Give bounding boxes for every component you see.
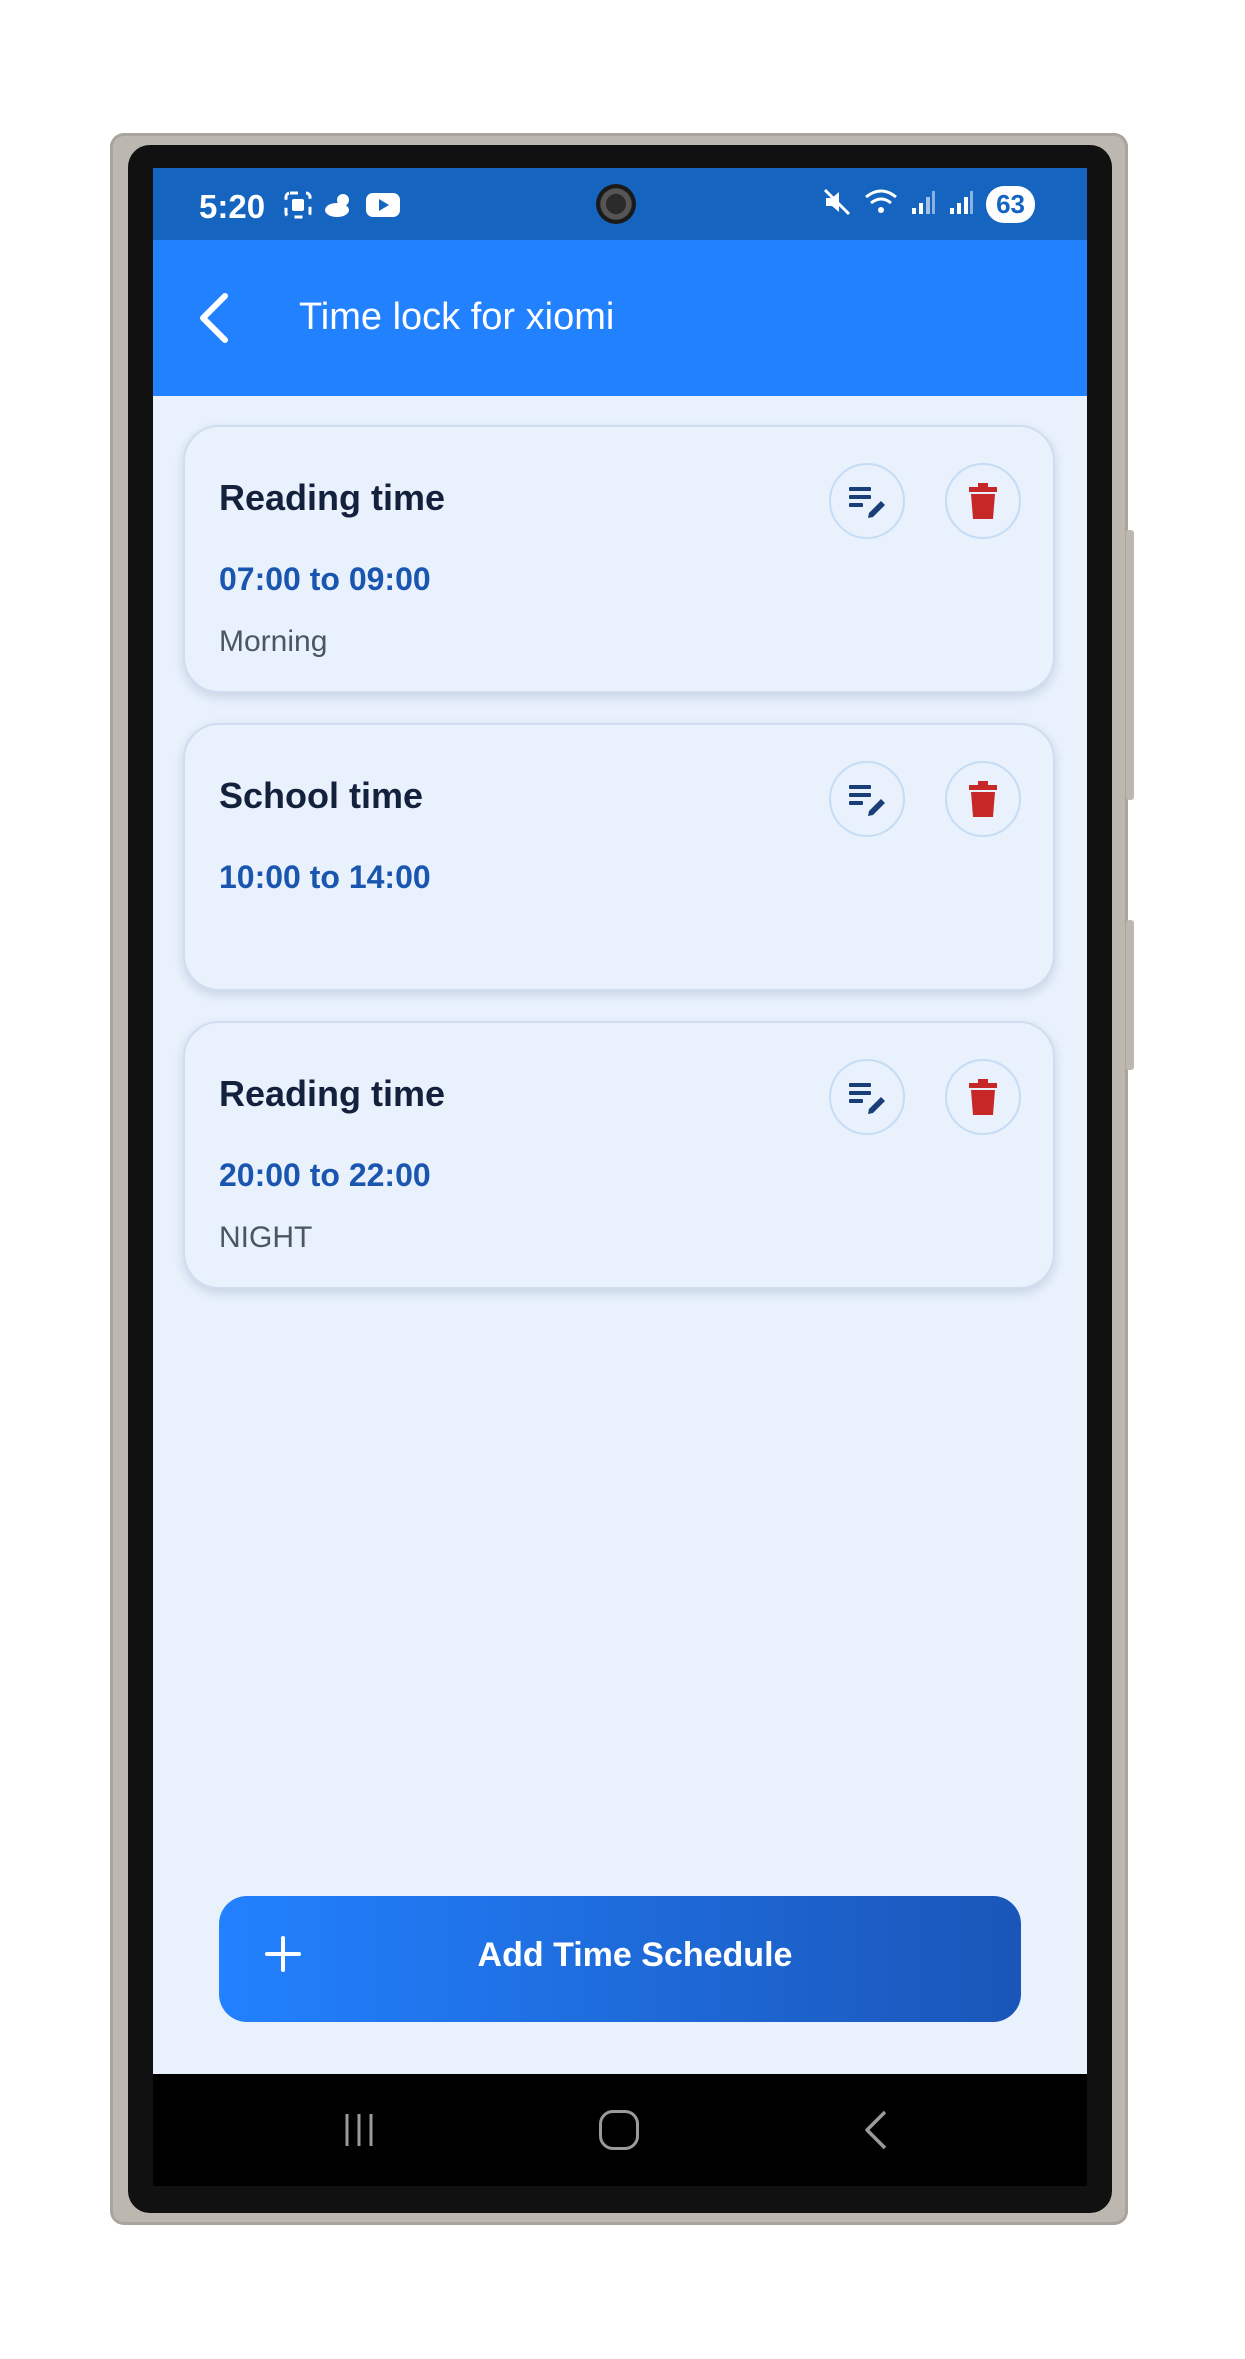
page-title: Time lock for xiomi: [299, 296, 615, 338]
edit-button[interactable]: [829, 1059, 905, 1135]
signal-icon: [910, 188, 936, 221]
status-bar: 5:20 63: [153, 168, 1087, 240]
back-button[interactable]: [195, 290, 245, 350]
wifi-icon: [864, 187, 898, 222]
recents-icon[interactable]: [339, 2110, 379, 2150]
signal-icon: [948, 188, 974, 221]
power-button: [1126, 920, 1134, 1070]
back-icon[interactable]: [861, 2108, 891, 2152]
navigation-bar: [153, 2074, 1087, 2186]
schedule-card[interactable]: Reading time 07:00 to 09:00 Morning: [183, 425, 1055, 693]
screenshot-icon: [283, 190, 313, 225]
youtube-icon: [365, 191, 401, 224]
trash-icon: [969, 1079, 997, 1115]
front-camera: [596, 184, 636, 224]
delete-button[interactable]: [945, 1059, 1021, 1135]
weather-icon: [323, 190, 355, 225]
schedule-title: Reading time: [219, 477, 446, 518]
add-time-schedule-label: Add Time Schedule: [477, 1936, 793, 1974]
delete-button[interactable]: [945, 761, 1021, 837]
schedule-time-range: 10:00 to 14:00: [219, 859, 431, 895]
schedule-card[interactable]: Reading time 20:00 to 22:00 NIGHT: [183, 1021, 1055, 1289]
schedule-title: School time: [219, 775, 424, 816]
chevron-left-icon: [200, 293, 228, 343]
status-right-icons: 63: [822, 186, 1035, 223]
status-left-icons: [283, 190, 401, 225]
status-time: 5:20: [199, 188, 266, 225]
trash-icon: [969, 483, 997, 519]
trash-icon: [969, 781, 997, 817]
schedule-card[interactable]: School time 10:00 to 14:00: [183, 723, 1055, 991]
edit-button[interactable]: [829, 463, 905, 539]
schedule-note: NIGHT: [219, 1221, 313, 1254]
edit-list-icon: [849, 487, 885, 518]
app-bar: Time lock for xiomi: [153, 240, 1087, 396]
mute-icon: [822, 187, 852, 222]
schedule-time-range: 20:00 to 22:00: [219, 1157, 431, 1193]
delete-button[interactable]: [945, 463, 1021, 539]
schedule-title: Reading time: [219, 1073, 446, 1114]
add-time-schedule-button[interactable]: Add Time Schedule: [219, 1896, 1021, 2022]
edit-list-icon: [849, 785, 885, 816]
edit-button[interactable]: [829, 761, 905, 837]
volume-button: [1126, 530, 1134, 800]
battery-indicator: 63: [986, 186, 1035, 223]
edit-list-icon: [849, 1083, 885, 1114]
home-icon[interactable]: [599, 2110, 639, 2150]
schedule-note: Morning: [219, 625, 328, 658]
phone-screen: 5:20 63 Time lock for xiomi Reading time…: [153, 168, 1087, 2186]
schedule-time-range: 07:00 to 09:00: [219, 561, 431, 597]
